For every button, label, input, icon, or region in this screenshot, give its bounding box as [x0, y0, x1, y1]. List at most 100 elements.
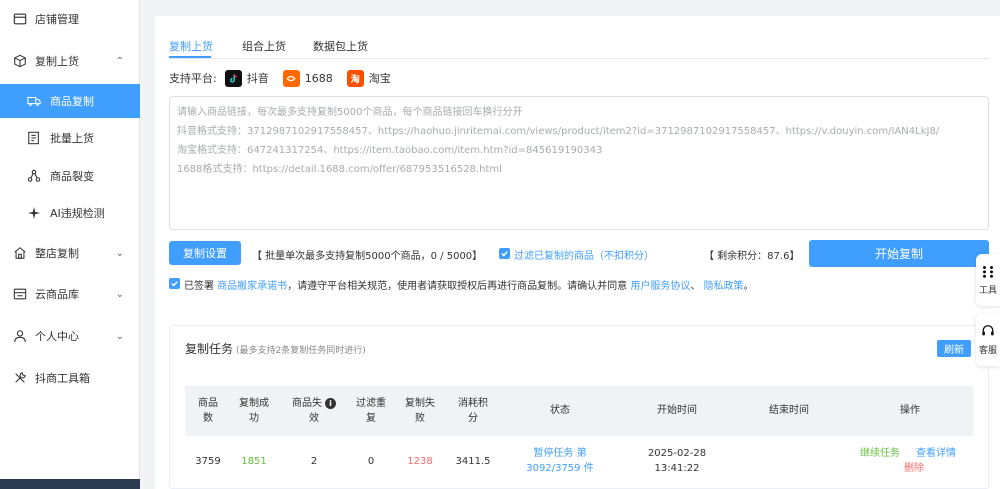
- copy-settings-button[interactable]: 复制设置: [169, 241, 241, 265]
- list-icon: [26, 130, 42, 146]
- continue-task-button[interactable]: 继续任务: [860, 446, 900, 461]
- placeholder-line: 抖音格式支持：3712987102917558457、https://haohu…: [177, 126, 940, 137]
- taobao-logo-icon: 淘: [346, 69, 364, 87]
- cell-status[interactable]: 暂停任务 第 3092/3759 件: [510, 446, 610, 476]
- commitment-letter-link[interactable]: 商品搬家承诺书: [217, 281, 287, 292]
- platform-douyin: 抖音: [224, 69, 269, 87]
- sidebar-footer-bar: [0, 479, 140, 489]
- sidebar-item-label: 商品裂变: [50, 170, 94, 183]
- truck-icon: [26, 93, 42, 109]
- ai-check-icon: [26, 205, 42, 221]
- user-service-agreement-link[interactable]: 用户服务协议: [630, 281, 690, 292]
- cell-start-time: 2025-02-28 13:41:22: [647, 448, 707, 474]
- douyin-logo-icon: [224, 69, 242, 87]
- platform-name: 淘宝: [368, 72, 391, 85]
- start-copy-button[interactable]: 开始复制: [809, 240, 989, 267]
- agreement-checkbox[interactable]: [169, 278, 180, 289]
- chevron-down-icon: ⌄: [115, 330, 124, 342]
- filter-copied-checkbox[interactable]: [499, 248, 510, 259]
- user-icon: [12, 328, 28, 344]
- view-details-button[interactable]: 查看详情: [916, 446, 956, 461]
- platform-name: 抖音: [246, 72, 269, 85]
- headset-icon: [981, 324, 995, 341]
- sidebar-item-product-fission[interactable]: 商品裂变: [0, 159, 140, 193]
- placeholder-line: 淘宝格式支持：647241317254、https://item.taobao.…: [177, 145, 603, 156]
- tab-datapack-listing[interactable]: 数据包上货: [313, 38, 368, 54]
- platform-1688: 1688: [282, 69, 333, 87]
- alibaba-1688-logo-icon: [282, 69, 300, 87]
- sidebar-item-label: AI违规检测: [50, 207, 105, 220]
- sidebar-item-personal-center[interactable]: 个人中心 ⌄: [0, 319, 140, 353]
- agreement-suffix: 。: [743, 281, 754, 292]
- refresh-button[interactable]: 刷新: [937, 340, 971, 357]
- sidebar-item-label: 个人中心: [35, 330, 79, 343]
- column-header-success: 复制成功: [239, 398, 269, 424]
- check-icon: [171, 281, 178, 287]
- cell-points: 3411.5: [455, 456, 491, 467]
- remaining-points: 【 剩余积分：87.6】: [704, 251, 800, 262]
- box-icon: [12, 53, 28, 69]
- supported-platforms: 支持平台: 抖音 1688 淘 淘宝: [169, 68, 405, 88]
- sidebar-item-label: 商品复制: [50, 95, 94, 108]
- sidebar-item-label: 批量上货: [50, 132, 94, 145]
- sidebar: 店铺管理 复制上货 ⌃ 商品复制 批量上货 商品裂变 AI违规检测 整店复制 ⌄…: [0, 0, 140, 489]
- chevron-up-icon: ⌃: [115, 55, 124, 67]
- cell-success: 1851: [241, 456, 267, 467]
- sidebar-item-label: 整店复制: [35, 247, 79, 260]
- info-icon[interactable]: i: [325, 397, 336, 409]
- platforms-label: 支持平台:: [169, 72, 217, 85]
- tab-combo-listing[interactable]: 组合上货: [242, 38, 286, 54]
- agreement-text: 已签署 商品搬家承诺书，请遵守平台相关规范，使用者请获取授权后再进行商品复制。请…: [184, 277, 754, 292]
- chevron-down-icon: ⌄: [115, 288, 124, 300]
- column-header-actions: 操作: [900, 405, 920, 416]
- fission-icon: [26, 168, 42, 184]
- copy-tasks-title: 复制任务: [185, 342, 234, 356]
- product-links-input[interactable]: 请输入商品链接，每次最多支持复制5000个商品，每个商品链接回车换行分开 抖音格…: [169, 96, 989, 230]
- sidebar-item-label: 店铺管理: [35, 13, 79, 26]
- filter-copied-label[interactable]: 过滤已复制的商品（不扣积分）: [514, 247, 654, 262]
- sidebar-item-label: 抖商工具箱: [35, 372, 90, 385]
- column-header-count: 商品数: [198, 398, 218, 424]
- column-header-end-time: 结束时间: [769, 405, 809, 416]
- sidebar-item-ai-violation-check[interactable]: AI违规检测: [0, 196, 140, 230]
- sidebar-item-copy-listing[interactable]: 复制上货 ⌃: [0, 44, 140, 78]
- grid-dots-icon: [981, 264, 995, 281]
- privacy-policy-link[interactable]: 隐私政策: [704, 281, 744, 292]
- sidebar-item-store-management[interactable]: 店铺管理: [0, 2, 140, 36]
- shop-copy-icon: [12, 245, 28, 261]
- sidebar-item-toolbox[interactable]: 抖商工具箱: [0, 361, 140, 395]
- cloud-library-icon: [12, 286, 28, 302]
- agreement-middle: ，请遵守平台相关规范，使用者请获取授权后再进行商品复制。请确认并同意: [287, 281, 628, 292]
- float-tool-label: 工具: [978, 286, 997, 296]
- tab-copy-listing[interactable]: 复制上货: [169, 38, 213, 54]
- cell-filtered: 0: [367, 456, 375, 467]
- delete-task-button[interactable]: 删除: [904, 461, 924, 476]
- sidebar-item-batch-listing[interactable]: 批量上货: [0, 121, 140, 155]
- agreement-separator: 、: [690, 281, 701, 292]
- float-tool-service[interactable]: 客服: [976, 314, 1000, 366]
- placeholder-line: 1688格式支持：https://detail.1688.com/offer/6…: [177, 164, 502, 175]
- column-header-invalid: 商品失 i 效: [284, 396, 344, 426]
- store-icon: [12, 11, 28, 27]
- sidebar-item-label: 复制上货: [35, 55, 79, 68]
- column-header-filtered: 过滤重复: [356, 398, 386, 424]
- column-header-failed: 复制失败: [405, 398, 435, 424]
- toolbox-icon: [12, 370, 28, 386]
- agreement-prefix: 已签署: [184, 281, 214, 292]
- column-header-points: 消耗积分: [458, 398, 488, 424]
- float-tool-label: 客服: [978, 346, 997, 356]
- float-tool-tools[interactable]: 工具: [976, 254, 1000, 306]
- column-header-start-time: 开始时间: [657, 405, 697, 416]
- check-icon: [501, 251, 508, 257]
- sidebar-item-shop-copy[interactable]: 整店复制 ⌄: [0, 236, 140, 270]
- platform-taobao: 淘 淘宝: [346, 69, 391, 87]
- sidebar-item-cloud-library[interactable]: 云商品库 ⌄: [0, 277, 140, 311]
- tab-divider: [169, 58, 989, 59]
- sidebar-item-product-copy[interactable]: 商品复制: [0, 84, 140, 118]
- copy-tasks-hint: (最多支持2条复制任务同时进行): [236, 346, 366, 356]
- cell-failed: 1238: [407, 456, 433, 467]
- column-header-status: 状态: [550, 405, 570, 416]
- chevron-down-icon: ⌄: [115, 247, 124, 259]
- cell-invalid: 2: [310, 456, 318, 467]
- batch-limit-text: 【 批量单次最多支持复制5000个商品，0 / 5000】: [252, 251, 483, 262]
